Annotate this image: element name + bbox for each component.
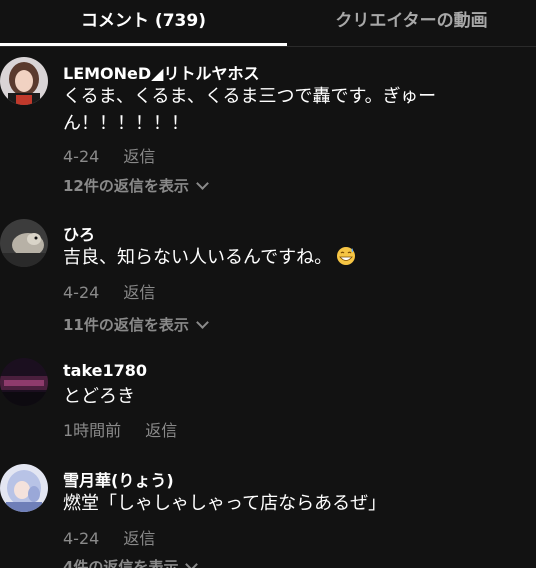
comment-panel: コメント (739) クリエイターの動画 LEMONeD◢リトルヤホス くるま、… xyxy=(0,0,536,568)
comment-username[interactable]: LEMONeD◢リトルヤホス xyxy=(63,60,259,84)
comment-username[interactable]: 雪月華(りょう) xyxy=(63,467,174,491)
comment-text: 燃堂「しゃしゃしゃって店ならあるぜ」 xyxy=(63,493,387,514)
chevron-down-icon xyxy=(196,316,209,329)
view-replies-label: 12件の返信を表示 xyxy=(63,177,189,195)
reply-button[interactable]: 返信 xyxy=(123,147,155,166)
comment-date: 4-24 xyxy=(63,147,100,166)
chevron-down-icon xyxy=(196,177,209,190)
comment-text: 吉良、知らない人いるんですね。 xyxy=(63,244,483,271)
reply-button[interactable]: 返信 xyxy=(123,283,155,302)
active-tab-indicator xyxy=(0,43,287,46)
tab-bar: コメント (739) クリエイターの動画 xyxy=(0,0,536,47)
avatar[interactable] xyxy=(0,57,48,105)
comment-meta: 4-24 返信 xyxy=(63,143,155,167)
avatar[interactable] xyxy=(0,464,48,512)
view-replies-label: 11件の返信を表示 xyxy=(63,316,189,334)
comment-username[interactable]: ひろ xyxy=(63,221,95,245)
avatar[interactable] xyxy=(0,358,48,406)
comment-meta: 1時間前 返信 xyxy=(63,417,177,441)
comment-meta: 4-24 返信 xyxy=(63,279,155,303)
tab-creator-videos[interactable]: クリエイターの動画 xyxy=(287,0,536,44)
comment-text: くるま、くるま、くるま三つで轟です。ぎゅーん！！！！！！ xyxy=(63,86,437,134)
reply-button[interactable]: 返信 xyxy=(123,529,155,548)
avatar[interactable] xyxy=(0,219,48,267)
chevron-down-icon xyxy=(185,558,199,568)
comment-username[interactable]: take1780 xyxy=(63,361,147,380)
view-replies-button[interactable]: 11件の返信を表示 xyxy=(63,314,209,335)
comment-text-content: 吉良、知らない人いるんですね。 xyxy=(63,247,333,268)
grinning-sweat-emoji-icon xyxy=(337,247,356,265)
comment-date: 4-24 xyxy=(63,283,100,302)
comment-meta: 4-24 返信 xyxy=(63,525,155,549)
comment-date: 4-24 xyxy=(63,529,100,548)
view-replies-label: 4件の返信を表示 xyxy=(63,558,179,568)
comment-date: 1時間前 xyxy=(63,421,122,440)
view-replies-button[interactable]: 12件の返信を表示 xyxy=(63,175,209,196)
view-replies-button[interactable]: 4件の返信を表示 xyxy=(63,556,199,568)
comment-text: とどろき xyxy=(63,386,135,407)
tab-comments[interactable]: コメント (739) xyxy=(0,0,287,44)
reply-button[interactable]: 返信 xyxy=(145,421,177,440)
